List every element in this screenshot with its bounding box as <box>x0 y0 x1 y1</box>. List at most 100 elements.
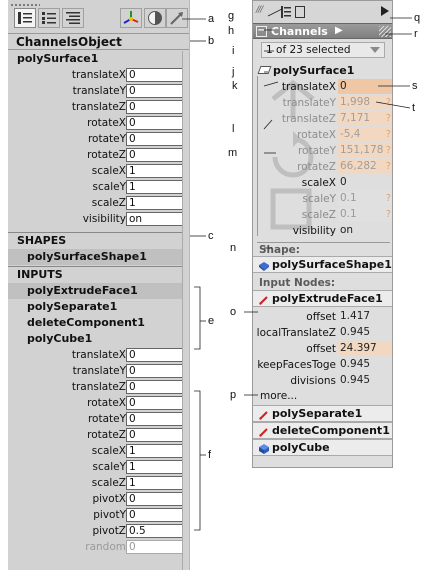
shape-name: polySurfaceShape1 <box>272 258 392 271</box>
input-attributes: translateX 0 translateY 0 translateZ 0 rotateX… <box>8 347 189 555</box>
attribute-value-field[interactable]: 0 <box>126 148 187 162</box>
channel-label: rotateX <box>297 129 336 141</box>
channel-label: offset <box>306 311 336 323</box>
callout-k: k <box>232 80 238 92</box>
attribute-value-field[interactable]: 0.5 <box>126 524 187 538</box>
attribute-label: translateY <box>72 365 126 377</box>
attribute-value-field[interactable]: 1 <box>126 460 187 474</box>
attribute-value-field[interactable]: 0 <box>126 132 187 146</box>
layer-editor-layout-icon[interactable] <box>38 8 60 28</box>
channel-value[interactable]: 0.1 <box>338 191 392 206</box>
expand-arrow-icon[interactable] <box>381 6 389 16</box>
attribute-value-field[interactable]: 0 <box>126 396 187 410</box>
channel-value[interactable]: 1,998 <box>338 95 392 110</box>
channel-value[interactable]: -5,4 <box>338 127 392 142</box>
speed-icon[interactable] <box>144 8 166 28</box>
attribute-value-field[interactable]: 0 <box>126 364 187 378</box>
attribute-value-field[interactable]: 0 <box>126 508 187 522</box>
attribute-value-field[interactable]: 0 <box>126 348 187 362</box>
manipulator-icon[interactable] <box>120 8 142 28</box>
attribute-value-field[interactable]: 0 <box>126 116 187 130</box>
channel-value[interactable]: 0 <box>338 175 392 190</box>
attribute-value-field[interactable]: 0 <box>126 492 187 506</box>
callout-s: s <box>412 80 418 92</box>
channel-value[interactable]: 0.945 <box>338 325 392 340</box>
menu-arrow-icon[interactable]: ▶ <box>335 25 343 36</box>
channel-and-layer-icon[interactable] <box>62 8 84 28</box>
keyed-marker: ? <box>385 161 391 172</box>
attribute-row: rotateY 0 <box>8 131 189 147</box>
attribute-value-field[interactable]: 1 <box>126 476 187 490</box>
attribute-value-field[interactable]: 0 <box>126 100 187 114</box>
collapse-icon[interactable]: − <box>256 26 267 37</box>
channel-value[interactable]: on <box>338 223 392 238</box>
channel-value[interactable]: 24.397 <box>338 341 392 356</box>
channel-box-layout-icon[interactable] <box>14 8 36 28</box>
attribute-value-field[interactable]: 0 <box>126 380 187 394</box>
attribute-value-field[interactable]: 1 <box>126 180 187 194</box>
channel-label: localTranslateZ <box>256 327 336 339</box>
hyperbolic-icon[interactable] <box>166 8 188 28</box>
input-node-main[interactable]: polyExtrudeFace1 <box>253 290 392 307</box>
object-name[interactable]: polySurface1 <box>8 51 189 67</box>
callout-q: q <box>414 12 421 24</box>
channel-box-layout-icon[interactable] <box>281 6 291 18</box>
callout-f: f <box>208 449 212 461</box>
channel-label: keepFacesToge <box>257 359 336 371</box>
callout-t: t <box>412 102 416 114</box>
attribute-label: visibility <box>82 213 126 225</box>
shape-label: Shape: <box>259 244 300 256</box>
scrollbar[interactable] <box>182 51 189 570</box>
menu-object[interactable]: Object <box>78 35 122 49</box>
more-link[interactable]: more... <box>260 390 297 402</box>
attribute-row: rotateZ 0 <box>8 427 189 443</box>
input-node[interactable]: polySeparate1 <box>253 405 392 422</box>
channel-value[interactable]: 151,178 <box>338 143 392 158</box>
channel-row: visibility on <box>253 223 392 239</box>
attribute-value-field[interactable]: 1 <box>126 164 187 178</box>
selection-dropdown[interactable]: 1 of 23 selected <box>261 42 385 58</box>
attribute-value-field[interactable]: 0 <box>126 428 187 442</box>
object-name[interactable]: polySurface1 <box>261 64 354 77</box>
input-node[interactable]: deleteComponent1 <box>253 422 392 439</box>
header-title: Channels <box>271 25 328 38</box>
attribute-row: scaleY 1 <box>8 459 189 475</box>
menu-channels[interactable]: Channels <box>16 35 78 49</box>
attribute-row: rotateX 0 <box>8 395 189 411</box>
channels-header[interactable]: − Channels ▶ <box>253 23 392 39</box>
keyed-marker: ? <box>385 97 391 108</box>
attribute-value-field[interactable]: 0 <box>126 540 187 554</box>
input-node[interactable]: deleteComponent1 <box>8 315 189 331</box>
attribute-label: scaleX <box>91 165 126 177</box>
channel-value[interactable]: 1.417 <box>338 309 392 324</box>
resize-grip-icon[interactable] <box>379 26 391 37</box>
channel-value[interactable]: 66,282 <box>338 159 392 174</box>
input-node-list: polyExtrudeFace1 polySeparate1 deleteCompo… <box>8 283 189 347</box>
attribute-value-field[interactable]: 0 <box>126 84 187 98</box>
shape-node[interactable]: polySurfaceShape1 <box>253 256 392 273</box>
attribute-value-field[interactable]: 0 <box>126 68 187 82</box>
channel-value[interactable]: 0 <box>338 79 392 94</box>
channel-value[interactable]: 0.945 <box>338 373 392 388</box>
channel-label: visibility <box>292 225 336 237</box>
channel-value[interactable]: 0.945 <box>338 357 392 372</box>
channel-row: translateY 1,998? <box>253 95 392 111</box>
shape-node[interactable]: polySurfaceShape1 <box>8 249 189 265</box>
selection-count: 1 of 23 selected <box>266 44 351 56</box>
channel-value[interactable]: 7,171 <box>338 111 392 126</box>
panel-grip[interactable]: /// <box>256 5 263 15</box>
input-node-name: deleteComponent1 <box>272 424 390 437</box>
input-node[interactable]: polySeparate1 <box>8 299 189 315</box>
attribute-row: scaleX 1 <box>8 163 189 179</box>
attribute-value-field[interactable]: 1 <box>126 196 187 210</box>
channel-row: scaleX 0 <box>253 175 392 191</box>
attribute-label: pivotZ <box>92 525 126 537</box>
attribute-editor-icon[interactable] <box>295 6 305 18</box>
input-node[interactable]: polyCube <box>253 439 392 456</box>
channel-value[interactable]: 0.1 <box>338 207 392 222</box>
input-node[interactable]: polyCube1 <box>8 331 189 347</box>
attribute-value-field[interactable]: 1 <box>126 444 187 458</box>
attribute-value-field[interactable]: 0 <box>126 412 187 426</box>
attribute-value-field[interactable]: on <box>126 212 187 226</box>
input-node[interactable]: polyExtrudeFace1 <box>8 283 189 299</box>
